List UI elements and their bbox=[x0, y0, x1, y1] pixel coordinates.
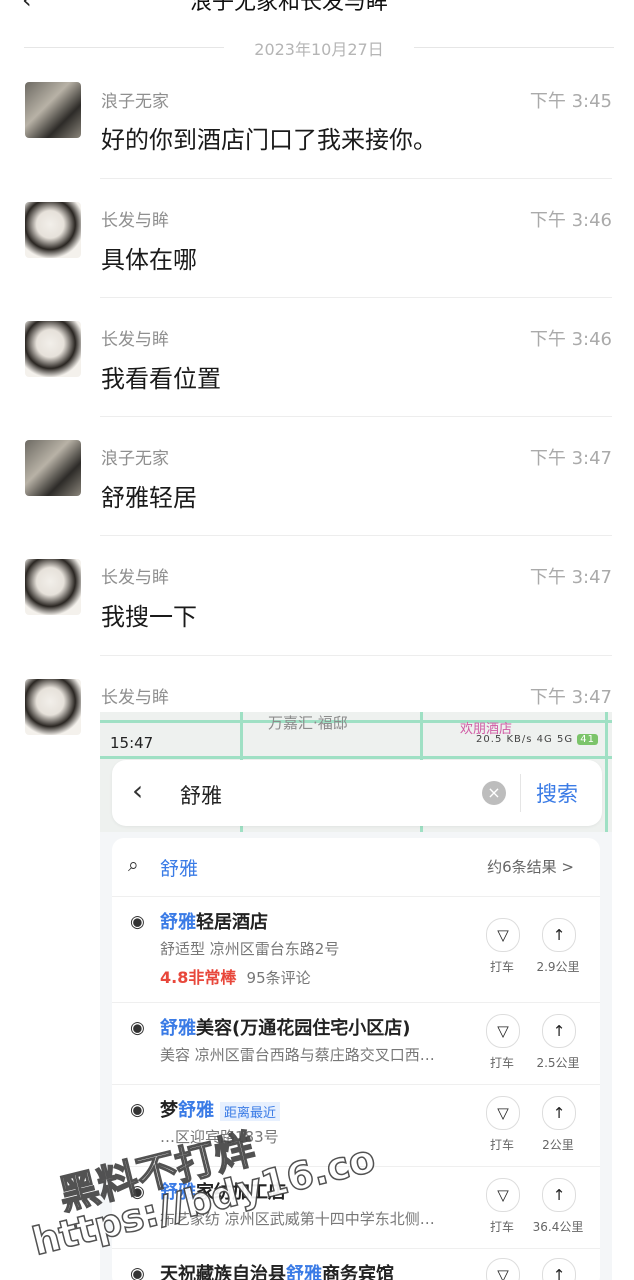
results-keyword: 舒雅 bbox=[160, 858, 199, 880]
chevron-left-icon[interactable]: ‹ bbox=[22, 0, 32, 14]
sender-name: 长发与眸 bbox=[101, 330, 169, 350]
taxi-button[interactable]: ▽ bbox=[486, 1258, 520, 1280]
battery-icon: 41 bbox=[577, 734, 598, 745]
nearest-tag: 距离最近 bbox=[220, 1101, 281, 1121]
message-time: 下午 3:47 bbox=[529, 567, 612, 588]
result-name: 梦舒雅 距离最近 bbox=[160, 1096, 281, 1122]
chat-title: 浪子无家和长发与眸 bbox=[190, 0, 389, 14]
results-count: 约6条结果 > bbox=[487, 858, 574, 876]
message-time: 下午 3:45 bbox=[529, 91, 612, 112]
sender-name: 浪子无家 bbox=[101, 92, 169, 112]
message-text[interactable]: 舒雅轻居 bbox=[101, 478, 197, 513]
clear-icon[interactable]: × bbox=[482, 781, 506, 805]
sender-name: 长发与眸 bbox=[101, 568, 169, 588]
avatar[interactable] bbox=[25, 440, 81, 496]
taxi-label: 打车 bbox=[489, 1056, 514, 1070]
list-item[interactable]: ◉ 舒雅美容(万通花园住宅小区店) 美容 凉州区雷台西路与蔡庄路交叉口西… ▽ … bbox=[112, 1002, 600, 1085]
search-bar: ‹ 舒雅 × 搜索 bbox=[112, 760, 602, 826]
navigate-button[interactable]: ↑ bbox=[542, 1178, 576, 1212]
taxi-button[interactable]: ▽ bbox=[486, 918, 520, 952]
chevron-left-icon[interactable]: ‹ bbox=[132, 774, 143, 807]
avatar[interactable] bbox=[25, 559, 81, 615]
avatar[interactable] bbox=[25, 202, 81, 258]
message-text[interactable]: 我看看位置 bbox=[101, 359, 221, 394]
distance-label: 36.4公里 bbox=[532, 1220, 584, 1234]
result-name: 舒雅美容(万通花园住宅小区店) bbox=[160, 1018, 411, 1039]
distance-label: 2.5公里 bbox=[536, 1056, 580, 1070]
taxi-button[interactable]: ▽ bbox=[486, 1096, 520, 1130]
search-icon: ⌕ bbox=[128, 854, 139, 876]
location-pin-icon: ◉ bbox=[130, 1264, 145, 1280]
result-address: 美容 凉州区雷台西路与蔡庄路交叉口西… bbox=[160, 1046, 435, 1064]
taxi-label: 打车 bbox=[489, 960, 514, 974]
navigate-button[interactable]: ↑ bbox=[542, 1014, 576, 1048]
sender-name: 长发与眸 bbox=[101, 688, 169, 708]
taxi-label: 打车 bbox=[489, 1220, 514, 1234]
divider bbox=[100, 178, 612, 179]
date-label: 2023年10月27日 bbox=[254, 40, 384, 59]
results-header[interactable]: ⌕ 舒雅 约6条结果 > bbox=[112, 838, 600, 897]
taxi-button[interactable]: ▽ bbox=[486, 1178, 520, 1212]
message-time: 下午 3:46 bbox=[529, 329, 612, 350]
message-text[interactable]: 好的你到酒店门口了我来接你。 bbox=[101, 120, 437, 155]
search-input[interactable]: 舒雅 bbox=[180, 780, 222, 810]
map-label: 万嘉汇·福邸 bbox=[268, 714, 348, 732]
avatar[interactable] bbox=[25, 321, 81, 377]
sender-name: 长发与眸 bbox=[101, 211, 169, 231]
divider bbox=[100, 535, 612, 536]
chat-header: ‹ 浪子无家和长发与眸 bbox=[0, 0, 634, 14]
navigate-button[interactable]: ↑ bbox=[542, 1258, 576, 1280]
avatar[interactable] bbox=[25, 82, 81, 138]
location-pin-icon: ◉ bbox=[130, 912, 145, 932]
list-item[interactable]: ◉ 舒雅轻居酒店 舒适型 凉州区雷台东路2号 4.8非常棒 95条评论 ▽ 打车… bbox=[112, 896, 600, 1003]
result-address: 舒适型 凉州区雷台东路2号 bbox=[160, 940, 340, 958]
message-time: 下午 3:47 bbox=[529, 448, 612, 469]
result-name: 舒雅轻居酒店 bbox=[160, 912, 268, 933]
navigate-button[interactable]: ↑ bbox=[542, 1096, 576, 1130]
divider bbox=[100, 416, 612, 417]
taxi-label: 打车 bbox=[489, 1138, 514, 1152]
distance-label: 2公里 bbox=[542, 1138, 574, 1152]
sender-name: 浪子无家 bbox=[101, 449, 169, 469]
message-text[interactable]: 我搜一下 bbox=[101, 597, 197, 632]
date-divider: 2023年10月27日 bbox=[24, 36, 614, 59]
divider bbox=[100, 655, 612, 656]
divider bbox=[100, 297, 612, 298]
result-rating: 4.8非常棒 95条评论 bbox=[160, 968, 311, 987]
avatar[interactable] bbox=[25, 679, 81, 735]
message-time: 下午 3:47 bbox=[529, 687, 612, 708]
list-item[interactable]: ◉ 天祝藏族自治县舒雅商务宾馆 ▽ ↑ bbox=[112, 1248, 600, 1280]
status-time: 15:47 bbox=[110, 734, 154, 752]
result-name: 天祝藏族自治县舒雅商务宾馆 bbox=[160, 1264, 394, 1280]
message-time: 下午 3:46 bbox=[529, 210, 612, 231]
location-pin-icon: ◉ bbox=[130, 1100, 145, 1120]
location-pin-icon: ◉ bbox=[130, 1018, 145, 1038]
search-button[interactable]: 搜索 bbox=[536, 778, 578, 808]
taxi-button[interactable]: ▽ bbox=[486, 1014, 520, 1048]
message-text[interactable]: 具体在哪 bbox=[101, 240, 197, 275]
distance-label: 2.9公里 bbox=[536, 960, 580, 974]
status-icons: 20.5 KB/s 4G 5G 41 bbox=[476, 734, 598, 745]
navigate-button[interactable]: ↑ bbox=[542, 918, 576, 952]
